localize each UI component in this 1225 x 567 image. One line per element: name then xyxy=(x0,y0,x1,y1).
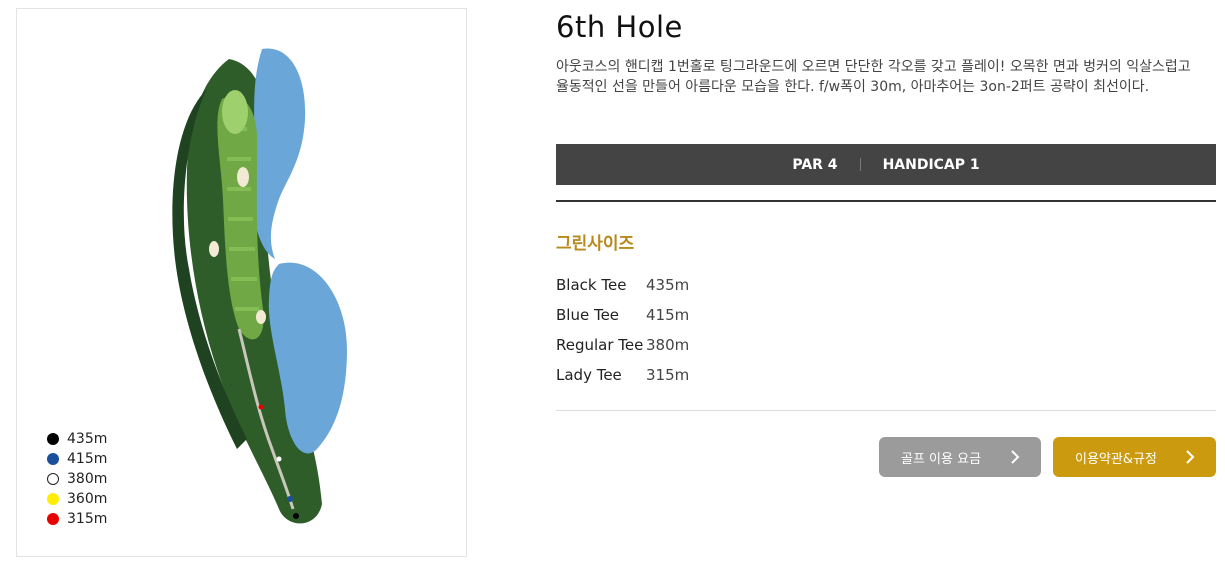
terms-button[interactable]: 이용약관&규정 xyxy=(1053,437,1216,477)
tee-name: Lady Tee xyxy=(556,366,622,384)
tee-marker-white xyxy=(276,456,282,462)
legend-label: 315m xyxy=(67,511,108,527)
legend-item: 360m xyxy=(47,489,107,509)
par-label: PAR 4 xyxy=(792,156,838,173)
chevron-right-icon xyxy=(1186,450,1195,464)
legend-dot-black xyxy=(47,433,59,445)
tee-distance: 415m xyxy=(646,306,690,324)
legend-label: 415m xyxy=(67,451,108,467)
tee-name: Blue Tee xyxy=(556,306,620,324)
legend-dot-yellow xyxy=(47,493,59,505)
tee-distance-legend: 435m 415m 380m 360m 315m xyxy=(47,429,107,529)
divider xyxy=(556,200,1216,202)
tee-row: Regular Tee 380m xyxy=(556,330,689,360)
bunker xyxy=(237,167,249,187)
tee-marker-red xyxy=(258,404,264,410)
tee-distance: 315m xyxy=(646,366,690,384)
legend-label: 380m xyxy=(67,471,108,487)
terms-button-label: 이용약관&규정 xyxy=(1075,451,1157,467)
legend-item: 315m xyxy=(47,509,107,529)
bunker xyxy=(209,241,219,257)
chevron-right-icon xyxy=(1011,450,1020,464)
legend-item: 380m xyxy=(47,469,107,489)
bunker xyxy=(256,310,266,324)
legend-dot-white xyxy=(47,473,59,485)
tee-row: Blue Tee 415m xyxy=(556,300,689,330)
divider xyxy=(556,410,1216,411)
handicap-label: HANDICAP 1 xyxy=(882,156,980,173)
legend-item: 415m xyxy=(47,449,107,469)
divider xyxy=(859,158,861,171)
legend-dot-red xyxy=(47,513,59,525)
legend-label: 360m xyxy=(67,491,108,507)
hole-description: 아웃코스의 핸디캡 1번홀로 팅그라운드에 오르면 단단한 각오를 갖고 플레이… xyxy=(556,59,1191,95)
golf-fee-button-label: 골프 이용 요금 xyxy=(901,451,982,467)
green-size-title: 그린사이즈 xyxy=(556,234,635,254)
legend-dot-blue xyxy=(47,453,59,465)
hole-info-bar: PAR 4 HANDICAP 1 xyxy=(556,144,1216,185)
legend-item: 435m xyxy=(47,429,107,449)
tee-distance: 380m xyxy=(646,336,690,354)
tee-marker-blue xyxy=(287,496,293,502)
course-map-panel: 435m 415m 380m 360m 315m xyxy=(16,8,467,557)
tee-distance-list: Black Tee 435m Blue Tee 415m Regular Tee… xyxy=(556,270,689,390)
hole-title: 6th Hole xyxy=(556,10,683,44)
tee-name: Regular Tee xyxy=(556,336,644,354)
tee-row: Lady Tee 315m xyxy=(556,360,689,390)
tee-row: Black Tee 435m xyxy=(556,270,689,300)
putting-green xyxy=(222,90,248,134)
golf-fee-button[interactable]: 골프 이용 요금 xyxy=(879,437,1041,477)
legend-label: 435m xyxy=(67,431,108,447)
tee-marker-black xyxy=(293,513,299,519)
tee-distance: 435m xyxy=(646,276,690,294)
tee-name: Black Tee xyxy=(556,276,627,294)
water-hazard-upper xyxy=(251,48,306,259)
